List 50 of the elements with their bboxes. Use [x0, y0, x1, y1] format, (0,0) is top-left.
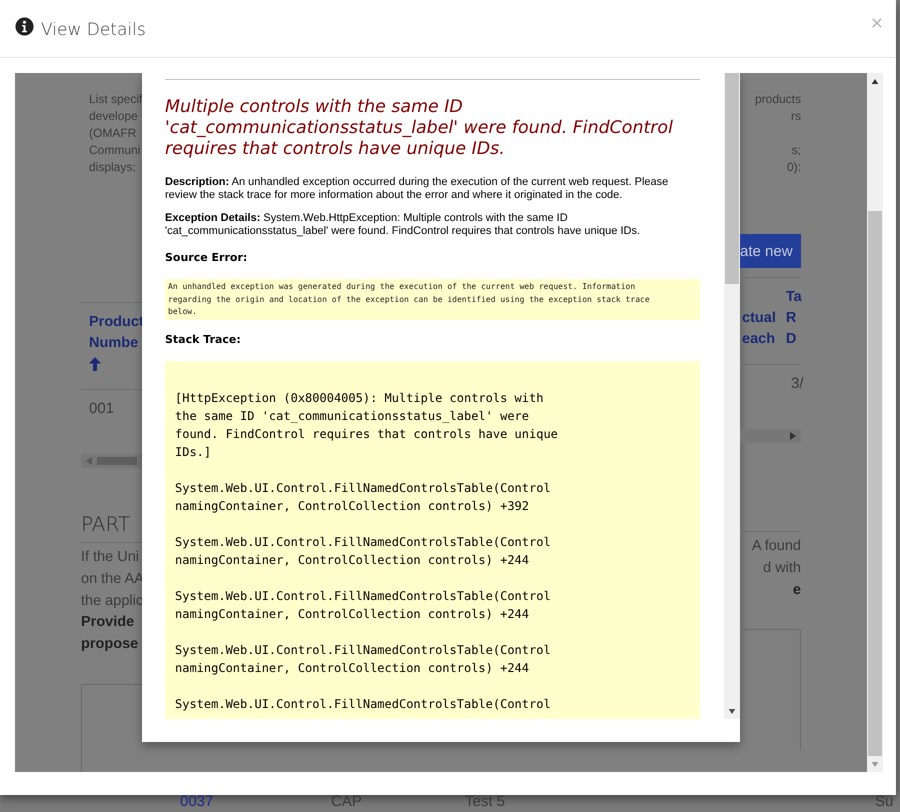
paragraph-line: If the Uni — [81, 548, 140, 567]
create-button[interactable]: ate new — [740, 234, 801, 268]
scroll-right-icon[interactable] — [790, 432, 796, 440]
paragraph-line: A found — [752, 537, 801, 556]
error-title: Multiple controls with the same ID 'cat_communicationsstatus_label' were found. FindControl requires that controls have unique IDs. — [165, 97, 674, 160]
column-header[interactable]: Product — [89, 312, 142, 333]
paragraph-line: rs — [791, 108, 801, 125]
horizontal-scrollbar[interactable] — [740, 429, 801, 443]
source-error-box: An unhandled exception was generated during the execution of the current web request. Information regarding the origin and location of the exception can be identified using the exception stack trace below. — [165, 279, 700, 320]
paragraph-line: products — [754, 91, 801, 108]
paragraph-line: the applic — [81, 592, 142, 611]
description-text: Description: An unhandled exception occurred during the execution of the current web request. Please review the stack trace for more information about the error and where it originated in the code. — [165, 176, 670, 202]
paragraph-line: s; — [792, 142, 801, 159]
column-header[interactable]: R — [786, 308, 802, 329]
column-header[interactable]: Numbe — [89, 333, 142, 354]
table-cell: Su — [875, 793, 894, 810]
section-heading: Stack Trace: — [165, 332, 242, 346]
table-cell: CAP — [331, 793, 362, 810]
table-cell: 3/ — [791, 374, 801, 394]
table-cell-text: 001 — [89, 399, 116, 419]
column-header[interactable]: D — [786, 329, 802, 350]
dialog-title: View Details — [41, 20, 146, 40]
sort-arrow-icon — [89, 357, 101, 371]
vertical-scrollbar[interactable] — [724, 73, 740, 719]
scroll-down-icon[interactable] — [728, 709, 736, 714]
column-header[interactable]: Ta — [786, 287, 802, 308]
stack-trace-box: [HttpException (0x80004005): Multiple controls with the same ID 'cat_communicationsstatus_label' were found. FindControl requires that controls have unique IDs.] System.Web.UI.Control.FillNamedControlsTable(Control namingContainer, ControlCollection controls) +392 System.Web.UI.Control.FillNamedControlsTable(Control namingContainer, ControlCollection controls) +244 System.Web.UI.Control.FillNamedControlsTable(Control namingContainer, ControlCollection controls) +244 System.Web.UI.Control.FillNamedControlsTable(Control namingContainer, ControlCollection controls) +244 System.Web.UI.Control.FillNamedControlsTable(Control — [165, 360, 700, 719]
info-icon — [15, 16, 34, 36]
paragraph-line: d with — [763, 558, 801, 578]
paragraph-line: Communi — [89, 142, 142, 159]
paragraph-line: e — [792, 580, 801, 600]
paragraph-line: develope — [89, 108, 139, 125]
vertical-scrollbar[interactable] — [867, 73, 883, 772]
link[interactable]: 0037 — [180, 793, 214, 810]
column-header[interactable]: each — [742, 329, 776, 350]
exception-details-text: Exception Details: System.Web.HttpException: Multiple controls with the same ID 'cat_communicationsstatus_label' were found. FindControl requires that controls have unique IDs. — [165, 212, 642, 238]
paragraph-line: 0): — [786, 159, 801, 176]
paragraph-line: Provide — [81, 613, 136, 632]
scroll-left-icon[interactable] — [86, 457, 92, 465]
paragraph-line: List specif — [89, 91, 142, 108]
paragraph-line: propose — [81, 635, 140, 654]
section-heading: Source Error: — [165, 251, 248, 264]
table-cell: Test 5 — [465, 793, 506, 810]
section-title: PART — [81, 512, 132, 536]
horizontal-scrollbar[interactable] — [81, 454, 142, 468]
column-header[interactable]: ctual — [742, 308, 776, 329]
paragraph-line: (OMAFR — [89, 125, 138, 142]
close-button[interactable]: × — [870, 12, 883, 36]
paragraph-line: displays; — [89, 159, 137, 176]
scroll-up-icon[interactable] — [871, 79, 879, 84]
